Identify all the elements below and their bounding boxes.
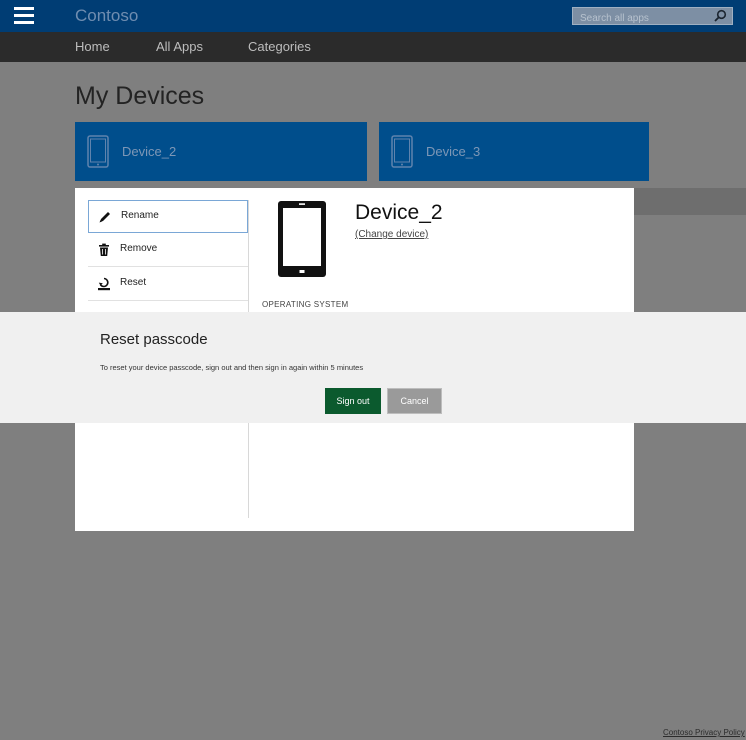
top-bar: Contoso	[0, 0, 746, 32]
rename-menu-item[interactable]: Rename	[88, 200, 248, 233]
pencil-icon	[99, 212, 110, 223]
remove-menu-item[interactable]: Remove	[88, 234, 248, 267]
nav-bar: Home All Apps Categories	[0, 32, 746, 62]
reset-menu-item[interactable]: Reset	[88, 268, 248, 301]
search-icon[interactable]	[713, 9, 727, 23]
menu-item-label: Remove	[120, 243, 158, 254]
privacy-policy-link[interactable]: Contoso Privacy Policy	[663, 728, 745, 737]
tablet-device-icon	[278, 201, 326, 277]
reset-passcode-dialog: Reset passcode To reset your device pass…	[0, 312, 746, 423]
trash-icon	[99, 243, 109, 256]
search-box[interactable]	[572, 7, 733, 27]
sign-out-button[interactable]: Sign out	[325, 388, 381, 414]
search-input[interactable]	[573, 10, 708, 27]
nav-categories[interactable]: Categories	[248, 39, 311, 54]
device-tile-label: Device_2	[122, 144, 177, 159]
phone-icon	[391, 135, 413, 168]
menu-item-label: Reset	[120, 277, 147, 288]
phone-icon	[87, 135, 109, 168]
cancel-button[interactable]: Cancel	[387, 388, 442, 414]
dialog-title: Reset passcode	[100, 331, 208, 348]
reset-icon	[98, 277, 110, 291]
menu-item-label: Rename	[121, 210, 159, 221]
nav-all-apps[interactable]: All Apps	[156, 39, 203, 54]
page-title: My Devices	[75, 82, 205, 110]
hamburger-menu-icon[interactable]	[14, 7, 34, 24]
selection-strip	[634, 188, 746, 215]
dialog-message: To reset your device passcode, sign out …	[100, 363, 364, 372]
device-name: Device_2	[355, 201, 443, 224]
operating-system-label: OPERATING SYSTEM	[262, 300, 349, 309]
nav-home[interactable]: Home	[75, 39, 110, 54]
device-tile-label: Device_3	[426, 144, 481, 159]
change-device-link[interactable]: (Change device)	[355, 229, 428, 240]
device-tile-device-3[interactable]: Device_3	[379, 122, 649, 181]
brand-name[interactable]: Contoso	[75, 6, 138, 26]
device-tile-device-2[interactable]: Device_2	[75, 122, 367, 181]
